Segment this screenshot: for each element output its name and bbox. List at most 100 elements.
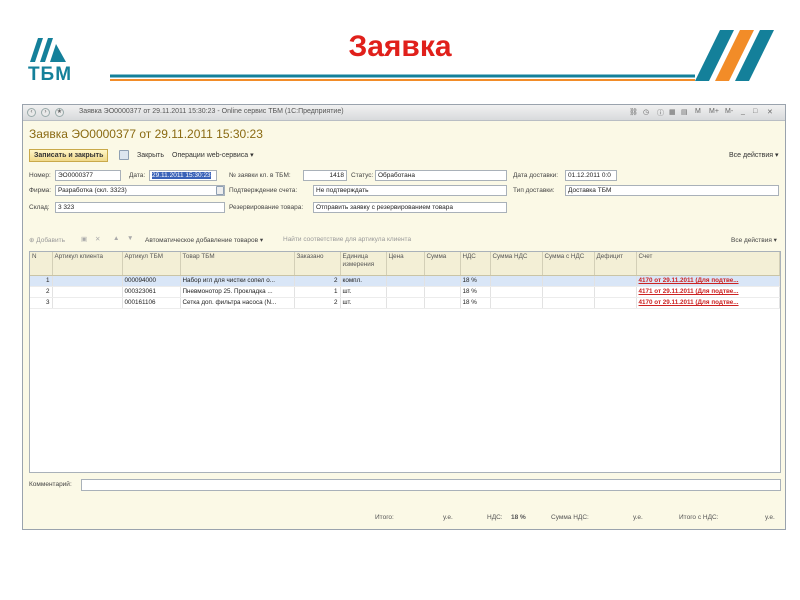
delivery-type-field[interactable]: Доставка ТБМ	[565, 185, 779, 196]
column-header[interactable]: N	[30, 252, 53, 276]
tbm-order-field[interactable]: 1418	[303, 170, 347, 181]
cell-product[interactable]: Набор игл для чистки сопел о...	[180, 275, 295, 287]
cell-unit[interactable]: шт.	[340, 297, 387, 309]
firm-field[interactable]: Разработка (скл. 3323)	[55, 185, 225, 196]
column-header[interactable]: Артикул клиента	[52, 252, 123, 276]
cell-sum	[424, 297, 461, 309]
column-header[interactable]: Сумма	[424, 252, 461, 276]
minimize-icon[interactable]: _	[741, 108, 745, 115]
confirm-field[interactable]: Не подтверждать	[313, 185, 507, 196]
total-label: Итого:	[375, 514, 394, 521]
cell-unit[interactable]: шт.	[340, 286, 387, 298]
cell-deficit	[594, 297, 637, 309]
cell-n: 1	[30, 275, 53, 287]
cell-sum-vat	[542, 286, 595, 298]
logo-text: ТБМ	[27, 64, 73, 85]
table-header-row: N Артикул клиента Артикул ТБМ Товар ТБМ …	[30, 252, 780, 276]
cell-sum-vat	[542, 275, 595, 287]
cell-tbm-art[interactable]: 000161106	[122, 297, 181, 309]
history-icon[interactable]: ◷	[643, 108, 649, 116]
save-icon[interactable]	[119, 150, 129, 160]
total-unit: у.е.	[443, 514, 453, 521]
number-field[interactable]: ЭО0000377	[55, 170, 121, 181]
vat-sum-label: Сумма НДС:	[551, 514, 589, 521]
items-table[interactable]: N Артикул клиента Артикул ТБМ Товар ТБМ …	[29, 251, 781, 473]
delivery-date-field[interactable]: 01.12.2011 0:0	[565, 170, 617, 181]
add-button[interactable]: ⊕ Добавить	[29, 236, 65, 244]
forward-icon[interactable]: ›	[41, 108, 50, 117]
status-field[interactable]: Обработана	[375, 170, 507, 181]
column-header[interactable]: Дефицит	[594, 252, 637, 276]
warehouse-label: Склад:	[29, 204, 50, 211]
move-down-icon[interactable]: ▼	[127, 235, 133, 242]
window-title: Заявка ЭО0000377 от 29.11.2011 15:30:23 …	[79, 108, 344, 115]
delete-icon[interactable]: ✕	[95, 235, 100, 243]
cell-tbm-art[interactable]: 000094000	[122, 275, 181, 287]
cell-client-art[interactable]	[52, 297, 123, 309]
column-header[interactable]: Товар ТБМ	[180, 252, 295, 276]
cell-vat: 18 %	[460, 275, 491, 287]
link-icon[interactable]: ⛓	[629, 108, 638, 116]
cell-product[interactable]: Пневмонотор 25. Прокладка ...	[180, 286, 295, 298]
cell-product[interactable]: Сетка доп. фильтра насоса (N...	[180, 297, 295, 309]
column-header[interactable]: Счет	[636, 252, 780, 276]
column-header[interactable]: Артикул ТБМ	[122, 252, 181, 276]
delivery-date-label: Дата доставки:	[513, 172, 559, 179]
mplus-icon[interactable]: M+	[709, 108, 719, 115]
maximize-icon[interactable]: □	[753, 108, 757, 115]
web-operations-menu[interactable]: Операции web-сервиса ▾	[168, 150, 258, 163]
move-up-icon[interactable]: ▲	[113, 235, 119, 242]
cell-vat: 18 %	[460, 297, 491, 309]
cell-ordered[interactable]: 2	[294, 275, 341, 287]
cell-unit[interactable]: компл.	[340, 275, 387, 287]
warehouse-field[interactable]: 3 323	[55, 202, 225, 213]
find-match-button[interactable]: Найти соответствие для артикула клиента	[283, 236, 411, 243]
date-field[interactable]: 29.11.2011 15:30:23	[149, 170, 217, 181]
all-actions-menu[interactable]: Все действия ▾	[725, 150, 782, 163]
document-window: ‹ › ★ Заявка ЭО0000377 от 29.11.2011 15:…	[22, 104, 786, 530]
reserve-field[interactable]: Отправить заявку с резервированием товар…	[313, 202, 507, 213]
column-header[interactable]: Единица измерения	[340, 252, 387, 276]
save-and-close-button[interactable]: Записать и закрыть	[29, 149, 109, 162]
add-label: Добавить	[36, 237, 65, 244]
calendar-icon[interactable]: ▤	[681, 108, 688, 116]
search-icon[interactable]	[216, 186, 224, 195]
cell-price	[386, 275, 425, 287]
cell-client-art[interactable]	[52, 286, 123, 298]
mem-icon[interactable]: M	[695, 108, 701, 115]
table-row[interactable]: 2 000323061 Пневмонотор 25. Прокладка ..…	[30, 286, 780, 298]
column-header[interactable]: Сумма НДС	[490, 252, 543, 276]
mminus-icon[interactable]: M-	[725, 108, 733, 115]
cell-ordered[interactable]: 2	[294, 297, 341, 309]
column-header[interactable]: Сумма с НДС	[542, 252, 595, 276]
column-header[interactable]: Заказано	[294, 252, 341, 276]
column-header[interactable]: Цена	[386, 252, 425, 276]
vat-label: НДС:	[487, 514, 503, 521]
table-row[interactable]: 3 000161106 Сетка доп. фильтра насоса (N…	[30, 297, 780, 309]
star-icon[interactable]: ★	[55, 108, 64, 117]
cell-n: 3	[30, 297, 53, 309]
tbm-order-label: № заявки кл. в ТБМ:	[229, 172, 291, 179]
cell-price	[386, 286, 425, 298]
invoice-link[interactable]: 4170 от 29.11.2011 (Для подтве...	[636, 297, 780, 309]
invoice-link[interactable]: 4170 от 29.11.2011 (Для подтве...	[636, 275, 780, 287]
comment-field[interactable]	[81, 479, 781, 491]
copy-icon[interactable]: ▣	[81, 235, 87, 243]
cell-deficit	[594, 286, 637, 298]
slide-title: Заявка	[348, 30, 452, 63]
table-row[interactable]: 1 000094000 Набор игл для чистки сопел о…	[30, 275, 780, 287]
cell-ordered[interactable]: 1	[294, 286, 341, 298]
column-header[interactable]: НДС	[460, 252, 491, 276]
invoice-link[interactable]: 4171 от 29.11.2011 (Для подтве...	[636, 286, 780, 298]
close-icon[interactable]: ✕	[767, 108, 773, 116]
back-icon[interactable]: ‹	[27, 108, 36, 117]
table-all-actions-menu[interactable]: Все действия ▾	[731, 236, 777, 244]
cell-tbm-art[interactable]: 000323061	[122, 286, 181, 298]
close-button[interactable]: Закрыть	[133, 150, 168, 163]
info-icon[interactable]: ⓘ	[657, 108, 664, 118]
calc-icon[interactable]: ▦	[669, 108, 676, 116]
firm-label: Фирма:	[29, 187, 52, 194]
cell-client-art[interactable]	[52, 275, 123, 287]
auto-add-menu[interactable]: Автоматическое добавление товаров ▾	[145, 236, 263, 244]
cell-vat: 18 %	[460, 286, 491, 298]
